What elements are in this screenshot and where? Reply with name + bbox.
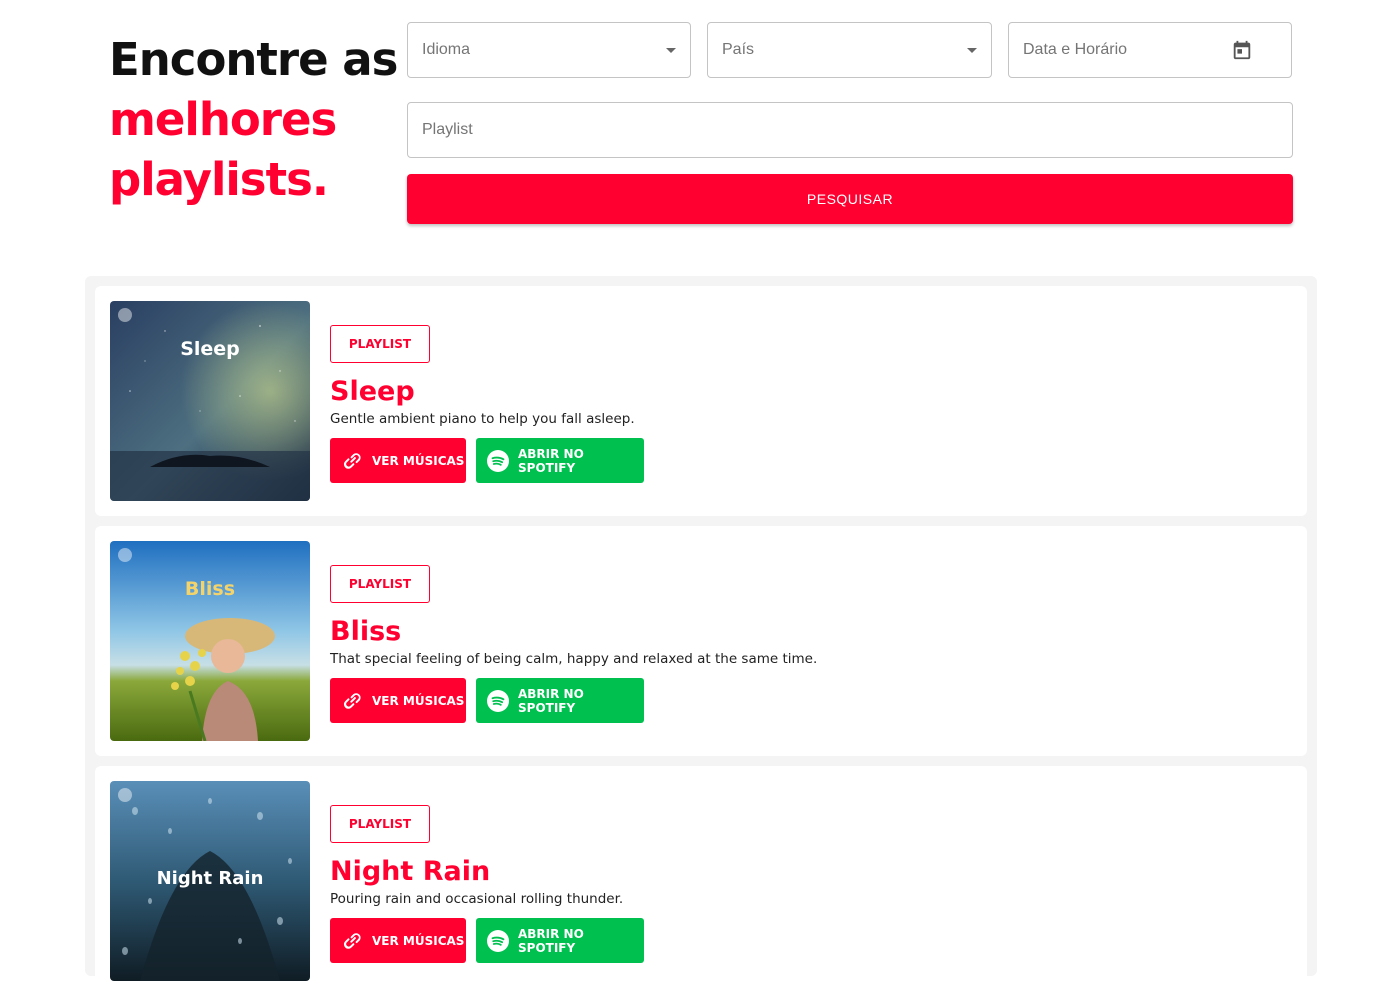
playlist-card: Night Rain PLAYLIST Night Rain Pouring r… — [95, 766, 1307, 996]
hero-title-line2: melhores — [109, 93, 337, 146]
spotify-logo-icon — [118, 548, 132, 562]
link-icon — [340, 929, 364, 953]
idioma-select[interactable]: Idioma — [407, 22, 691, 78]
playlist-title: Bliss — [330, 616, 402, 647]
playlist-description: Pouring rain and occasional rolling thun… — [330, 891, 624, 907]
idioma-select-label: Idioma — [422, 41, 471, 58]
results-panel: Sleep PLAYLIST Sleep Gentle ambient pian… — [85, 276, 1317, 996]
abrir-spotify-button[interactable]: ABRIR NO SPOTIFY — [476, 918, 644, 963]
playlist-title: Sleep — [330, 376, 415, 407]
playlist-badge: PLAYLIST — [330, 565, 430, 603]
ver-musicas-button[interactable]: VER MÚSICAS — [330, 918, 466, 963]
data-horario-label: Data e Horário — [1023, 41, 1128, 58]
ver-musicas-button[interactable]: VER MÚSICAS — [330, 438, 466, 483]
spotify-logo-icon — [118, 788, 132, 802]
cover-title: Night Rain — [156, 868, 264, 889]
hero-title-line1: Encontre as — [109, 33, 398, 86]
ver-musicas-label: VER MÚSICAS — [372, 933, 465, 948]
abrir-spotify-button[interactable]: ABRIR NO SPOTIFY — [476, 678, 644, 723]
ver-musicas-button[interactable]: VER MÚSICAS — [330, 678, 466, 723]
ver-musicas-label: VER MÚSICAS — [372, 453, 465, 468]
playlist-card: Sleep PLAYLIST Sleep Gentle ambient pian… — [95, 286, 1307, 516]
pais-select-label: País — [722, 41, 755, 58]
calendar-icon[interactable] — [1231, 39, 1253, 61]
link-icon — [340, 689, 364, 713]
hero-title-line3: playlists. — [109, 153, 329, 206]
pais-select[interactable]: País — [707, 22, 992, 78]
cover-title: Bliss — [184, 578, 236, 600]
playlist-description: Gentle ambient piano to help you fall as… — [330, 411, 635, 427]
abrir-spotify-label: ABRIR NO SPOTIFY — [518, 686, 584, 715]
spotify-icon — [486, 929, 510, 953]
cover-title: Sleep — [180, 338, 240, 360]
abrir-spotify-button[interactable]: ABRIR NO SPOTIFY — [476, 438, 644, 483]
playlist-cover[interactable]: Sleep — [110, 301, 310, 501]
search-button[interactable]: PESQUISAR — [407, 174, 1293, 224]
abrir-spotify-label: ABRIR NO SPOTIFY — [518, 446, 584, 475]
playlist-card: Bliss PLAYLIST Bliss That special feelin… — [95, 526, 1307, 756]
abrir-spotify-label: ABRIR NO SPOTIFY — [518, 926, 584, 955]
chevron-down-icon — [967, 47, 977, 53]
chevron-down-icon — [666, 47, 676, 53]
link-icon — [340, 449, 364, 473]
spotify-icon — [486, 689, 510, 713]
data-horario-field[interactable]: Data e Horário — [1008, 22, 1292, 78]
spotify-icon — [486, 449, 510, 473]
playlist-title: Night Rain — [330, 856, 491, 887]
playlist-cover[interactable]: Night Rain — [110, 781, 310, 981]
playlist-input-placeholder: Playlist — [422, 121, 473, 138]
playlist-description: That special feeling of being calm, happ… — [330, 651, 818, 667]
hero-title: Encontre as melhores playlists. — [109, 30, 398, 210]
playlist-cover[interactable]: Bliss — [110, 541, 310, 741]
spotify-logo-icon — [118, 308, 132, 322]
playlist-input[interactable]: Playlist — [407, 102, 1293, 158]
playlist-badge: PLAYLIST — [330, 325, 430, 363]
playlist-badge: PLAYLIST — [330, 805, 430, 843]
ver-musicas-label: VER MÚSICAS — [372, 693, 465, 708]
